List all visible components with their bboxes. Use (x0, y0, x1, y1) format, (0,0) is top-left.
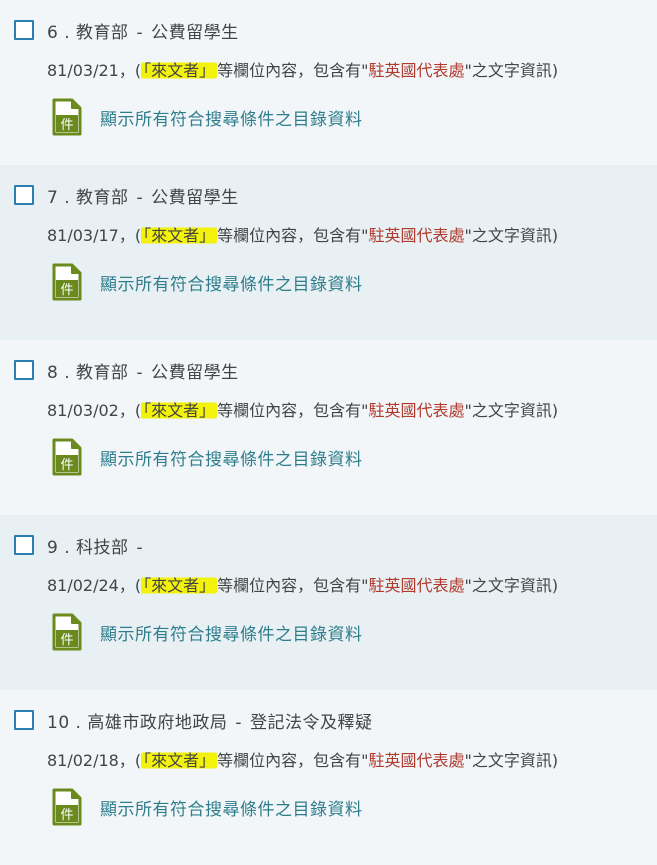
result-title-row: 6 . 教育部 - 公費留學生 (14, 18, 657, 43)
result-date: 81/02/24 (47, 576, 119, 595)
catalog-link-row[interactable]: 件 顯示所有符合搜尋條件之目錄資料 (14, 97, 657, 137)
result-description: 81/03/17，(「來文者」 等欄位內容，包含有"駐英國代表處"之文字資訊) (47, 226, 559, 245)
result-title[interactable]: 9 . 科技部 - (47, 533, 151, 558)
svg-text:件: 件 (60, 633, 73, 648)
document-file-icon[interactable]: 件 (52, 263, 82, 301)
show-catalog-link[interactable]: 顯示所有符合搜尋條件之目錄資料 (100, 620, 363, 645)
search-keyword: 駐英國代表處 (368, 401, 465, 420)
result-title[interactable]: 6 . 教育部 - 公費留學生 (47, 18, 239, 43)
result-item: 9 . 科技部 - 81/02/24，(「來文者」 等欄位內容，包含有"駐英國代表處… (0, 515, 657, 690)
svg-text:件: 件 (60, 118, 73, 133)
svg-text:件: 件 (60, 458, 73, 473)
result-date: 81/03/17 (47, 226, 119, 245)
catalog-link-row[interactable]: 件 顯示所有符合搜尋條件之目錄資料 (14, 437, 657, 477)
document-file-icon[interactable]: 件 (52, 438, 82, 476)
result-title-row: 9 . 科技部 - (14, 533, 657, 558)
search-keyword: 駐英國代表處 (368, 751, 465, 770)
highlighted-field: 「來文者」 (141, 226, 218, 245)
search-keyword: 駐英國代表處 (368, 226, 465, 245)
result-item: 8 . 教育部 - 公費留學生 81/03/02，(「來文者」 等欄位內容，包含有"駐… (0, 340, 657, 515)
show-catalog-link[interactable]: 顯示所有符合搜尋條件之目錄資料 (100, 795, 363, 820)
select-checkbox[interactable] (14, 535, 34, 555)
result-item: 7 . 教育部 - 公費留學生 81/03/17，(「來文者」 等欄位內容，包含有"駐… (0, 165, 657, 340)
result-date: 81/03/21 (47, 61, 119, 80)
result-date: 81/02/18 (47, 751, 119, 770)
svg-text:件: 件 (60, 283, 73, 298)
result-title-row: 10 . 高雄市政府地政局 - 登記法令及釋疑 (14, 708, 657, 733)
search-keyword: 駐英國代表處 (368, 61, 465, 80)
show-catalog-link[interactable]: 顯示所有符合搜尋條件之目錄資料 (100, 445, 363, 470)
select-checkbox[interactable] (14, 20, 34, 40)
result-description: 81/02/24，(「來文者」 等欄位內容，包含有"駐英國代表處"之文字資訊) (47, 576, 559, 595)
search-results-list: 6 . 教育部 - 公費留學生 81/03/21，(「來文者」 等欄位內容，包含有"駐… (0, 0, 657, 865)
highlighted-field: 「來文者」 (141, 61, 218, 80)
result-item: 10 . 高雄市政府地政局 - 登記法令及釋疑 81/02/18，(「來文者」 等欄位… (0, 690, 657, 865)
result-title[interactable]: 7 . 教育部 - 公費留學生 (47, 183, 239, 208)
select-checkbox[interactable] (14, 710, 34, 730)
document-file-icon[interactable]: 件 (52, 788, 82, 826)
highlighted-field: 「來文者」 (141, 751, 218, 770)
result-title[interactable]: 8 . 教育部 - 公費留學生 (47, 358, 239, 383)
result-title[interactable]: 10 . 高雄市政府地政局 - 登記法令及釋疑 (47, 708, 372, 733)
result-item: 6 . 教育部 - 公費留學生 81/03/21，(「來文者」 等欄位內容，包含有"駐… (0, 0, 657, 165)
show-catalog-link[interactable]: 顯示所有符合搜尋條件之目錄資料 (100, 105, 363, 130)
highlighted-field: 「來文者」 (141, 401, 218, 420)
catalog-link-row[interactable]: 件 顯示所有符合搜尋條件之目錄資料 (14, 262, 657, 302)
document-file-icon[interactable]: 件 (52, 613, 82, 651)
result-description: 81/03/21，(「來文者」 等欄位內容，包含有"駐英國代表處"之文字資訊) (47, 61, 559, 80)
result-title-row: 7 . 教育部 - 公費留學生 (14, 183, 657, 208)
result-title-row: 8 . 教育部 - 公費留學生 (14, 358, 657, 383)
select-checkbox[interactable] (14, 360, 34, 380)
catalog-link-row[interactable]: 件 顯示所有符合搜尋條件之目錄資料 (14, 612, 657, 652)
svg-text:件: 件 (60, 808, 73, 823)
result-date: 81/03/02 (47, 401, 119, 420)
search-keyword: 駐英國代表處 (368, 576, 465, 595)
highlighted-field: 「來文者」 (141, 576, 218, 595)
show-catalog-link[interactable]: 顯示所有符合搜尋條件之目錄資料 (100, 270, 363, 295)
result-description: 81/02/18，(「來文者」 等欄位內容，包含有"駐英國代表處"之文字資訊) (47, 751, 559, 770)
catalog-link-row[interactable]: 件 顯示所有符合搜尋條件之目錄資料 (14, 787, 657, 827)
document-file-icon[interactable]: 件 (52, 98, 82, 136)
result-description: 81/03/02，(「來文者」 等欄位內容，包含有"駐英國代表處"之文字資訊) (47, 401, 559, 420)
select-checkbox[interactable] (14, 185, 34, 205)
